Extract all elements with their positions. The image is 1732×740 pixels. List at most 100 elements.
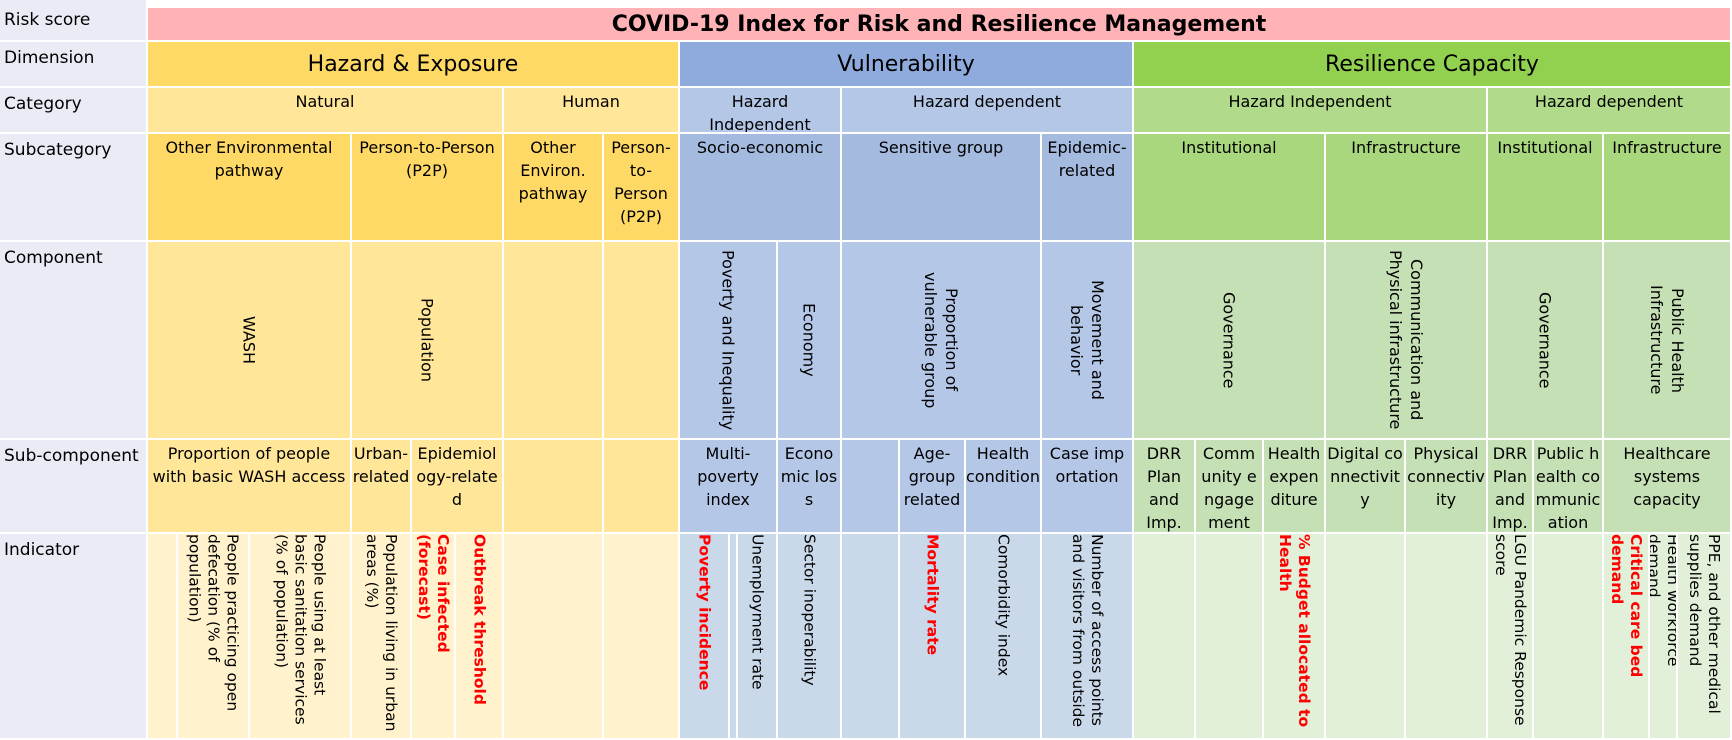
- row-label-text: Component: [4, 248, 103, 268]
- indicator-label: PPE, and other medical supplies demand: [1686, 534, 1723, 714]
- subcategory-socio: Socio-economic: [680, 134, 842, 242]
- indicator-empty: [504, 534, 604, 740]
- indicator-outbreak: Outbreak threshold: [456, 534, 504, 740]
- row-label-indicator: Indicator: [0, 534, 148, 740]
- indicator-label: LGU Pandemic Response score: [1492, 534, 1529, 726]
- row-label-component: Component: [0, 242, 148, 440]
- component-label: WASH: [239, 315, 259, 365]
- component-wash: WASH: [148, 242, 352, 440]
- subcomponent-label: Case importation: [1049, 444, 1125, 486]
- indicator-comorbidity: Comorbidity index: [966, 534, 1042, 740]
- row-label-risk-score: Risk score: [0, 0, 148, 42]
- indicator-poverty-incidence: Poverty incidence: [680, 534, 730, 740]
- indicator-label: Number of access points and visitors fro…: [1069, 534, 1106, 728]
- indicator-empty: [148, 534, 178, 740]
- subcategory-p2p: Person-to-Person (P2P): [352, 134, 504, 242]
- indicator-case-forecast: Case infected (forecast): [412, 534, 456, 740]
- row-label-text: Risk score: [4, 10, 91, 30]
- indicator-mortality: Mortality rate: [900, 534, 966, 740]
- dimension-label: Hazard & Exposure: [307, 51, 519, 77]
- dimension-vulnerability: Vulnerability: [680, 42, 1134, 88]
- row-label-text: Indicator: [4, 540, 80, 560]
- subcomponent-health-exp: Health expenditure: [1264, 440, 1326, 534]
- subcomponent-label: Community engagement: [1201, 444, 1257, 532]
- subcomponent-label: Digital connectivity: [1327, 444, 1403, 509]
- subcomponent-label: Multi-poverty index: [697, 444, 759, 509]
- row-label-sub-component: Sub-component: [0, 440, 148, 534]
- subcategory-infrastructure-1: Infrastructure: [1326, 134, 1488, 242]
- indicator-unemployment: Unemployment rate: [738, 534, 778, 740]
- indicator-open-defecation: People practicing open defecation (% of …: [178, 534, 250, 740]
- component-public-health: Public Health Infrastructure: [1604, 242, 1732, 440]
- dimension-resilience: Resilience Capacity: [1134, 42, 1732, 88]
- indicator-sector: Sector inoperability: [778, 534, 842, 740]
- subcomponent-multipov: Multi-poverty index: [680, 440, 778, 534]
- subcategory-label: Epidemic-related: [1047, 138, 1127, 180]
- dimension-label: Vulnerability: [837, 51, 975, 77]
- category-vul-dependent: Hazard dependent: [842, 88, 1134, 134]
- component-label: Communication and Physical infrastructur…: [1386, 250, 1426, 430]
- component-movement: Movement and behavior: [1042, 242, 1134, 440]
- indicator-empty: [842, 534, 900, 740]
- indicator-label: Poverty incidence: [695, 534, 714, 691]
- component-governance-1: Governance: [1134, 242, 1326, 440]
- component-label: Economy: [799, 303, 819, 377]
- category-label: Hazard Independent: [709, 92, 811, 134]
- indicator-empty: [730, 534, 738, 740]
- indicator-label: % Budget allocated to Health: [1276, 534, 1313, 728]
- subcategory-other-env-short: Other Environ. pathway: [504, 134, 604, 242]
- subcomponent-label: Health condition: [966, 444, 1040, 486]
- row-label-dimension: Dimension: [0, 42, 148, 88]
- component-label: Public Health Infrastructure: [1647, 285, 1687, 395]
- risk-framework-table: Risk score Dimension Category Subcategor…: [0, 0, 1732, 740]
- category-human: Human: [504, 88, 680, 134]
- component-comm-infra: Communication and Physical infrastructur…: [1326, 242, 1488, 440]
- indicator-label: Case infected (forecast): [415, 534, 452, 653]
- subcategory-institutional-1: Institutional: [1134, 134, 1326, 242]
- category-res-independent: Hazard Independent: [1134, 88, 1488, 134]
- component-governance-2: Governance: [1488, 242, 1604, 440]
- subcategory-infrastructure-2: Infrastructure: [1604, 134, 1732, 242]
- category-vul-independent: Hazard Independent: [680, 88, 842, 134]
- dimension-label: Resilience Capacity: [1325, 51, 1539, 77]
- row-label-text: Sub-component: [4, 446, 139, 466]
- subcomponent-physical: Physical connectivity: [1406, 440, 1488, 534]
- subcomponent-ph-comm: Public health communication: [1534, 440, 1604, 534]
- subcategory-label: Sensitive group: [878, 138, 1004, 157]
- row-label-text: Dimension: [4, 48, 95, 68]
- subcomponent-label: Public health communication: [1535, 444, 1601, 532]
- indicator-critical-care: Critical care bed demand: [1604, 534, 1650, 740]
- subcomponent-drr-1: DRR Plan and Imp.: [1134, 440, 1196, 534]
- indicator-empty: [1534, 534, 1604, 740]
- subcomponent-empty: [504, 440, 604, 534]
- component-label: Governance: [1535, 291, 1555, 389]
- category-label: Human: [562, 92, 620, 111]
- indicator-label: Sector inoperability: [800, 534, 819, 686]
- subcomponent-wash-prop: Proportion of people with basic WASH acc…: [148, 440, 352, 534]
- row-label-category: Category: [0, 88, 148, 134]
- subcategory-p2p-short: Person-to-Person (P2P): [604, 134, 680, 242]
- indicator-sanitation: People using at least basic sanitation s…: [250, 534, 352, 740]
- indicator-label: Critical care bed demand: [1608, 534, 1645, 678]
- indicator-label: People using at least basic sanitation s…: [272, 534, 329, 725]
- row-label-subcategory: Subcategory: [0, 134, 148, 242]
- subcomponent-drr-2: DRR Plan and Imp.: [1488, 440, 1534, 534]
- indicator-label: Mortality rate: [923, 534, 942, 656]
- subcomponent-label: Health expenditure: [1267, 444, 1321, 509]
- component-economy: Economy: [778, 242, 842, 440]
- row-label-text: Subcategory: [4, 140, 112, 160]
- component-empty: [504, 242, 604, 440]
- component-label: Population: [417, 297, 437, 383]
- indicator-empty: [1134, 534, 1196, 740]
- subcategory-label: Institutional: [1497, 138, 1593, 157]
- subcomponent-urban: Urban-related: [352, 440, 412, 534]
- component-population: Population: [352, 242, 504, 440]
- indicator-empty: [1326, 534, 1406, 740]
- subcategory-label: Institutional: [1181, 138, 1277, 157]
- subcomponent-health: Health condition: [966, 440, 1042, 534]
- subcategory-institutional-2: Institutional: [1488, 134, 1604, 242]
- title-cell: COVID-19 Index for Risk and Resilience M…: [148, 8, 1732, 42]
- subcomponent-empty: [842, 440, 900, 534]
- indicator-label: Unemployment rate: [748, 534, 767, 690]
- component-label: Proportion of vulnerable group: [921, 271, 961, 409]
